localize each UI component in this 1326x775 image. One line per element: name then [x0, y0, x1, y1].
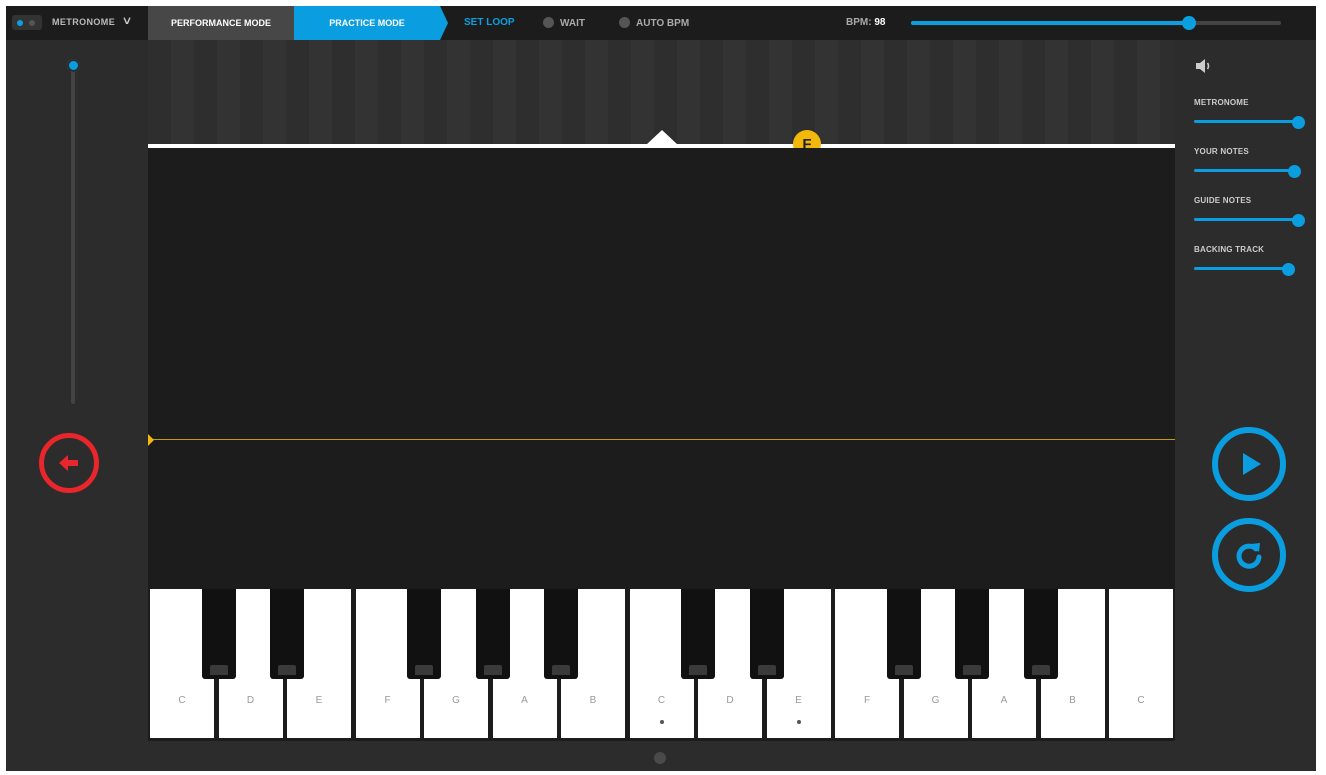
- mixer-slider[interactable]: [1194, 267, 1288, 270]
- key-label: E: [795, 695, 802, 706]
- black-key-tab: [963, 665, 981, 675]
- practice-tab-arrow: [440, 6, 448, 40]
- restart-button[interactable]: [1212, 518, 1286, 592]
- bpm-value: 98: [874, 17, 886, 28]
- black-key-tab: [757, 665, 776, 675]
- key-label: B: [589, 695, 597, 706]
- restart-icon: [1236, 543, 1262, 569]
- key-marker-dot: [796, 720, 801, 724]
- black-key[interactable]: [201, 589, 236, 679]
- wait-option[interactable]: WAIT: [543, 17, 585, 29]
- black-key[interactable]: [1023, 589, 1058, 679]
- mixer-label: METRONOME: [1194, 98, 1249, 107]
- auto-bpm-radio[interactable]: [619, 17, 630, 28]
- mixer-label: YOUR NOTES: [1194, 147, 1249, 156]
- white-key[interactable]: C: [1109, 589, 1173, 738]
- black-key[interactable]: [749, 589, 784, 679]
- mixer-slider-knob[interactable]: [1281, 263, 1295, 276]
- black-key-tab: [483, 665, 502, 675]
- wait-label: WAIT: [560, 18, 585, 29]
- note-highway: [148, 148, 1175, 586]
- tab-performance-mode[interactable]: PERFORMANCE MODE: [148, 6, 294, 40]
- key-marker-dot: [659, 720, 664, 724]
- bpm-slider[interactable]: [911, 16, 1281, 30]
- black-key[interactable]: [955, 589, 989, 679]
- back-button[interactable]: [39, 433, 99, 493]
- hit-line-pointer: [148, 434, 154, 446]
- toggle-on-indicator: [17, 20, 23, 26]
- key-label: A: [1000, 695, 1008, 706]
- mixer-label: GUIDE NOTES: [1194, 196, 1252, 205]
- black-key-tab: [1031, 665, 1050, 675]
- black-key-tab: [552, 665, 570, 675]
- mixer-slider-knob[interactable]: [1287, 165, 1301, 178]
- wait-radio[interactable]: [543, 17, 554, 28]
- mixer-slider-knob[interactable]: [1292, 116, 1305, 129]
- black-key-tab: [415, 665, 433, 675]
- chevron-down-icon[interactable]: ∨: [121, 14, 132, 27]
- auto-bpm-option[interactable]: AUTO BPM: [619, 17, 689, 29]
- top-bar: METRONOME ∨ PERFORMANCE MODE PRACTICE MO…: [6, 6, 1316, 40]
- toggle-off-indicator: [29, 20, 35, 26]
- piano-keyboard: CDEFGABCDEFGABC: [148, 586, 1175, 741]
- black-key-tab: [689, 665, 707, 675]
- tab-practice-mode[interactable]: PRACTICE MODE: [294, 6, 440, 40]
- key-label: C: [657, 695, 666, 706]
- mixer-slider[interactable]: [1194, 120, 1298, 123]
- key-label: D: [246, 695, 255, 706]
- page-indicator-dot[interactable]: [654, 752, 666, 764]
- black-key[interactable]: [544, 589, 578, 679]
- zoom-slider-track[interactable]: [71, 66, 75, 404]
- black-key[interactable]: [681, 589, 715, 679]
- black-key[interactable]: [407, 589, 441, 679]
- key-label: E: [315, 695, 323, 706]
- metronome-dropdown-label[interactable]: METRONOME: [52, 17, 115, 27]
- bpm-slider-knob[interactable]: [1181, 16, 1196, 30]
- black-key[interactable]: [270, 589, 304, 679]
- key-label: F: [863, 695, 871, 706]
- bpm-readout: BPM: 98: [846, 17, 885, 28]
- key-label: G: [452, 695, 460, 706]
- black-key[interactable]: [475, 589, 510, 679]
- key-label: C: [178, 695, 186, 706]
- hit-line: [148, 439, 1175, 440]
- arrow-left-icon: [59, 455, 78, 471]
- bpm-label: BPM:: [846, 17, 872, 28]
- key-label: D: [726, 695, 734, 706]
- black-key[interactable]: [886, 589, 921, 679]
- play-button[interactable]: [1212, 427, 1286, 501]
- key-label: G: [931, 695, 940, 706]
- mixer-slider[interactable]: [1194, 218, 1298, 221]
- auto-bpm-label: AUTO BPM: [636, 18, 690, 29]
- mixer-slider-knob[interactable]: [1292, 214, 1305, 227]
- black-key-tab: [894, 665, 913, 675]
- playhead-marker[interactable]: [646, 130, 678, 145]
- play-icon: [1243, 453, 1261, 475]
- zoom-slider-knob[interactable]: [67, 59, 80, 72]
- mixer-label: BACKING TRACK: [1194, 245, 1265, 254]
- bpm-slider-fill: [911, 21, 1189, 25]
- metronome-toggle[interactable]: [12, 15, 42, 30]
- key-label: A: [521, 695, 528, 706]
- piano-app: METRONOME ∨ PERFORMANCE MODE PRACTICE MO…: [6, 6, 1316, 771]
- key-label: F: [384, 695, 391, 706]
- set-loop-button[interactable]: SET LOOP: [464, 17, 515, 28]
- key-label: C: [1137, 695, 1145, 706]
- black-key-tab: [209, 665, 228, 675]
- black-key-tab: [278, 665, 296, 675]
- mixer-slider[interactable]: [1194, 169, 1294, 172]
- key-label: B: [1069, 695, 1076, 706]
- speaker-icon[interactable]: [1195, 58, 1213, 74]
